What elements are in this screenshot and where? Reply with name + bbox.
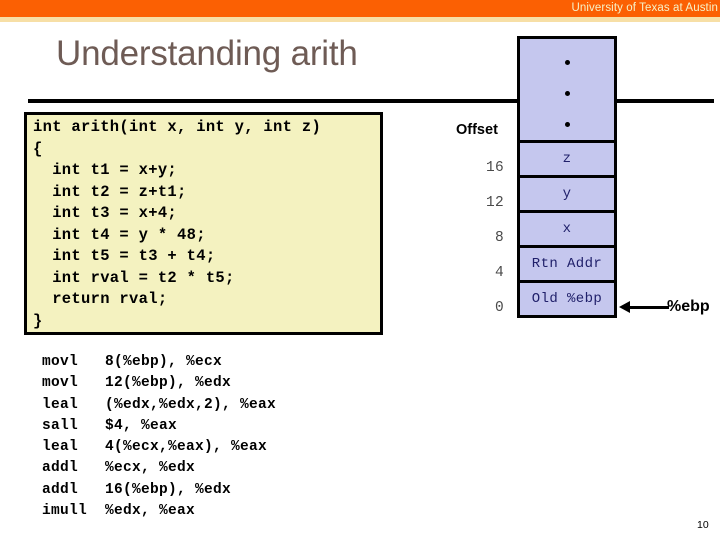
banner-title: University of Texas at Austin (571, 2, 718, 14)
ellipsis-dot-icon (564, 60, 570, 65)
banner-stripe (0, 17, 720, 22)
ebp-pointer-label: %ebp (667, 298, 710, 315)
page-title: Understanding arith (56, 34, 358, 73)
stack-cell-rtn-addr: Rtn Addr (520, 248, 614, 283)
offset-column-header: Offset (456, 122, 498, 138)
stack-cell-ellipsis (520, 39, 614, 143)
stack-frame-diagram: z y x Rtn Addr Old %ebp (517, 36, 617, 318)
assembly-code-listing: movl 8(%ebp), %ecx movl 12(%ebp), %edx l… (42, 354, 277, 520)
top-banner: University of Texas at Austin (0, 0, 720, 17)
c-source-code-box: int arith(int x, int y, int z) { int t1 … (24, 112, 383, 335)
ellipsis-dot-icon (564, 122, 570, 127)
offset-value-4: 4 (494, 265, 504, 281)
offset-value-16: 16 (485, 160, 504, 176)
c-source-code-text: int arith(int x, int y, int z) { int t1 … (33, 118, 322, 330)
page-number: 10 (697, 519, 709, 531)
stack-cell-x: x (520, 213, 614, 248)
offset-value-12: 12 (485, 195, 504, 211)
stack-cell-old-ebp: Old %ebp (520, 283, 614, 315)
offset-value-0: 0 (494, 300, 504, 316)
ellipsis-dot-icon (564, 91, 570, 96)
stack-cell-z: z (520, 143, 614, 178)
ebp-arrow-line (629, 306, 669, 309)
stack-cell-y: y (520, 178, 614, 213)
offset-value-8: 8 (494, 230, 504, 246)
